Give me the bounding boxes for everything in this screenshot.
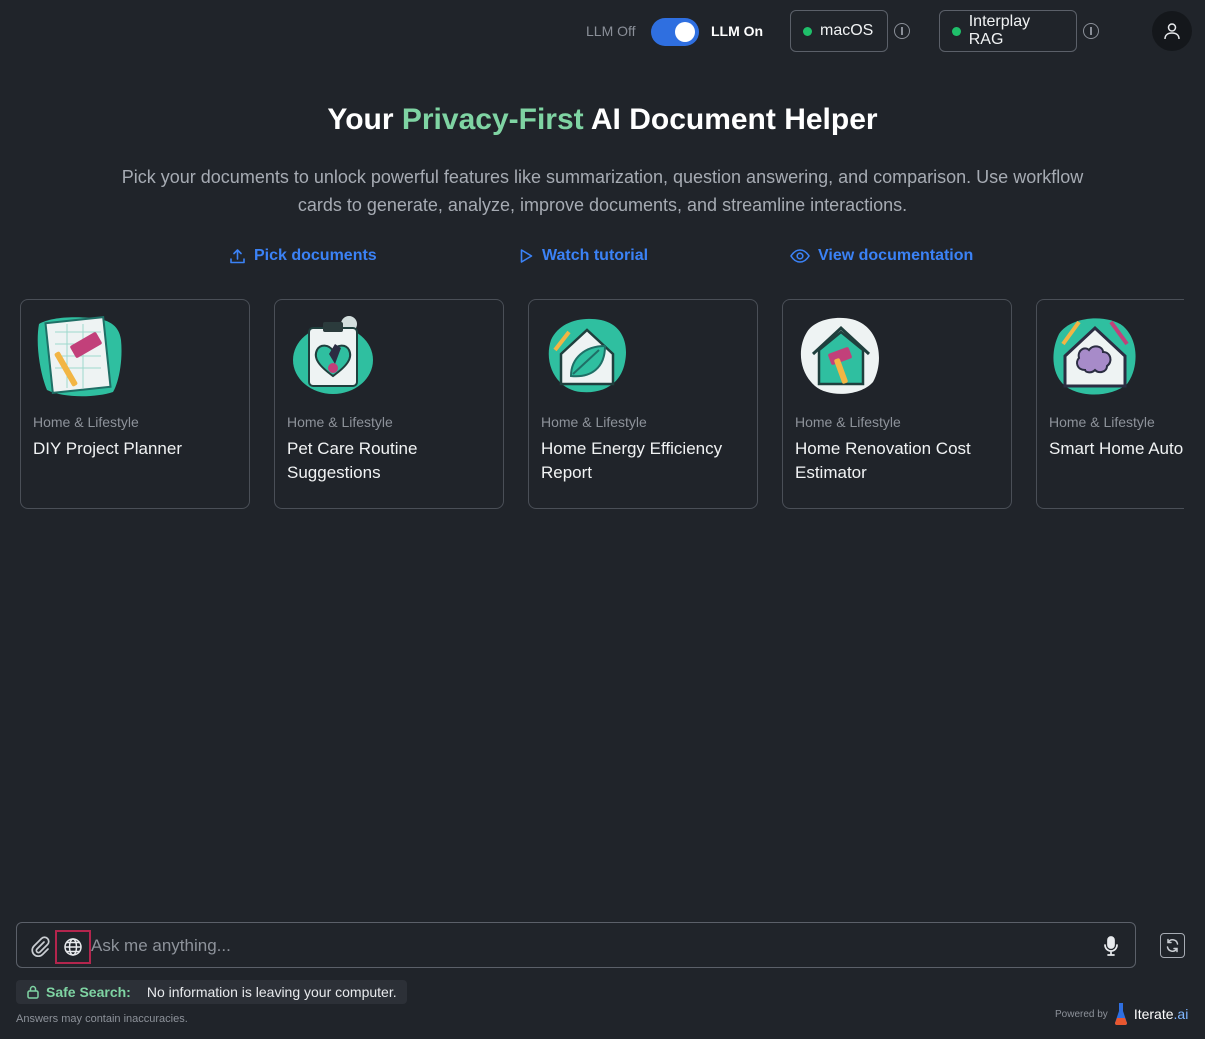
status-dot (952, 26, 961, 36)
attach-button[interactable] (29, 935, 51, 958)
info-icon[interactable] (1083, 23, 1099, 39)
paperclip-icon (31, 936, 50, 958)
blueprint-hammer-icon (37, 316, 122, 397)
page-title: Your Privacy-First AI Document Helper (327, 103, 878, 136)
brand-logo: Iterate.ai (1133, 1006, 1189, 1022)
top-bar: LLM Off LLM On macOS Interplay RAG (0, 0, 1205, 62)
disclaimer: Answers may contain inaccuracies. (16, 1013, 188, 1025)
workflow-cards: Home & Lifestyle DIY Project Planner Hom… (20, 299, 1184, 509)
card-category: Home & Lifestyle (541, 414, 647, 430)
workflow-card[interactable]: Home & Lifestyle Home Energy Efficiency … (528, 299, 758, 509)
smart-house-brain-icon (1053, 318, 1136, 395)
rag-label: Interplay RAG (968, 13, 1031, 48)
info-icon[interactable] (894, 23, 910, 39)
rag-status-pill[interactable]: Interplay RAG (939, 10, 1077, 52)
page-description: Pick your documents to unlock powerful f… (121, 167, 1084, 215)
reset-chat-button[interactable] (1160, 933, 1185, 958)
card-title: Home Energy Efficiency Report (541, 439, 723, 482)
safe-search-label: Safe Search: (46, 984, 131, 1000)
pet-heart-clipboard-icon (293, 316, 373, 394)
card-category: Home & Lifestyle (795, 414, 901, 430)
user-icon (1164, 23, 1180, 40)
status-dot (803, 26, 812, 36)
lock-icon (27, 985, 39, 999)
llm-off-label: LLM Off (586, 23, 636, 39)
voice-input-button[interactable] (1101, 935, 1121, 957)
workflow-card[interactable]: Home & Lifestyle Pet Care Routine Sugges… (274, 299, 504, 509)
watch-tutorial-link[interactable]: Watch tutorial (518, 245, 648, 267)
os-label: macOS (820, 22, 874, 39)
ask-input[interactable] (91, 932, 1071, 960)
view-documentation-link[interactable]: View documentation (790, 245, 973, 267)
refresh-icon (1166, 938, 1179, 953)
eco-house-leaf-icon (548, 318, 626, 393)
card-title: DIY Project Planner (33, 439, 182, 458)
upload-icon (230, 248, 245, 263)
workflow-card[interactable]: Home & Lifestyle Smart Home Automation S… (1036, 299, 1184, 509)
workflow-card[interactable]: Home & Lifestyle Home Renovation Cost Es… (782, 299, 1012, 509)
card-category: Home & Lifestyle (287, 414, 393, 430)
pick-documents-link[interactable]: Pick documents (229, 245, 377, 267)
llm-toggle[interactable] (651, 18, 699, 46)
workflow-card[interactable]: Home & Lifestyle DIY Project Planner (20, 299, 250, 509)
powered-by: Powered by Iterate.ai (1055, 1002, 1188, 1026)
microphone-icon (1104, 936, 1118, 956)
play-icon (520, 249, 533, 263)
title-accent: Privacy-First (401, 103, 584, 136)
safe-search-badge: Safe Search: No information is leaving y… (16, 980, 407, 1004)
card-category: Home & Lifestyle (33, 414, 139, 430)
powered-by-label: Powered by (1055, 1008, 1108, 1020)
card-category: Home & Lifestyle (1049, 414, 1155, 430)
toggle-knob (675, 22, 695, 42)
house-hammer-icon (800, 317, 879, 394)
card-title: Pet Care Routine Suggestions (287, 439, 418, 482)
safe-search-message: No information is leaving your computer. (146, 984, 397, 1000)
card-title: Home Renovation Cost Estimator (795, 439, 971, 482)
chat-composer (16, 922, 1136, 968)
web-search-button[interactable] (55, 930, 91, 964)
card-title: Smart Home Automation Suggestions (1049, 439, 1184, 458)
eye-icon (790, 249, 810, 263)
flask-logo-icon (1114, 1003, 1127, 1025)
os-status-pill[interactable]: macOS (790, 10, 888, 52)
globe-icon (64, 938, 82, 956)
user-avatar-button[interactable] (1152, 11, 1192, 51)
llm-on-label: LLM On (711, 23, 764, 39)
